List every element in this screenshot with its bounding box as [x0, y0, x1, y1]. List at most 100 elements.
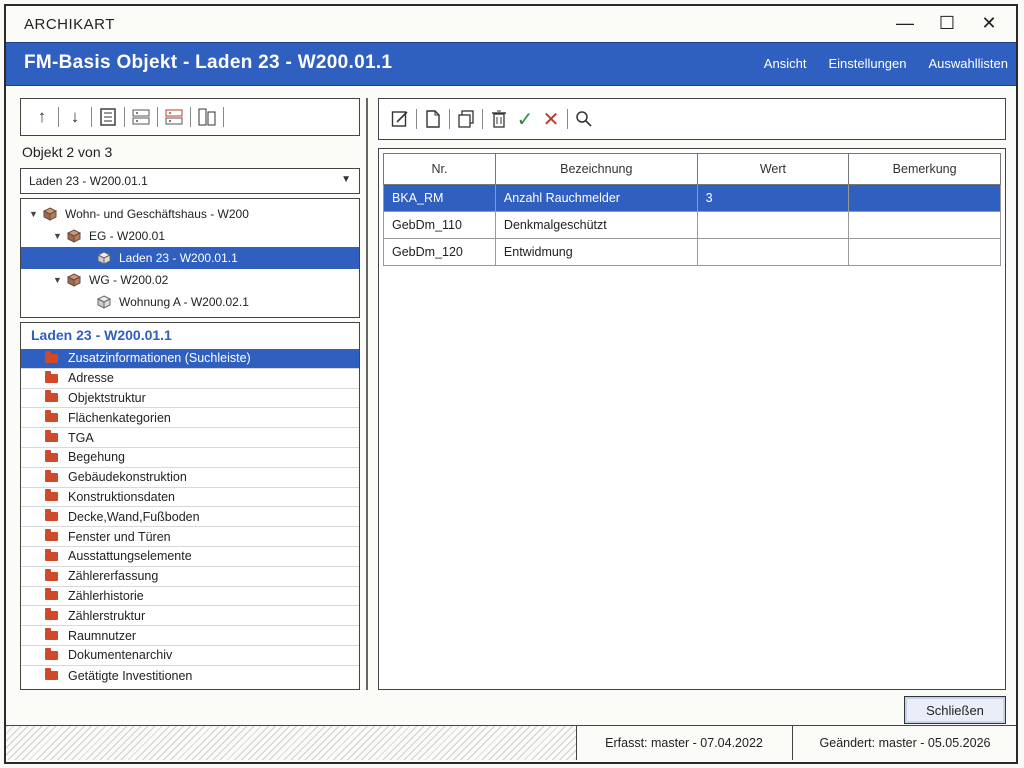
tree-item-selected[interactable]: Laden 23 - W200.01.1 — [21, 247, 359, 269]
tree-item[interactable]: ▼ EG - W200.01 — [21, 225, 359, 247]
section-item-label: Zählererfassung — [68, 569, 159, 584]
cell-bezeichnung[interactable]: Denkmalgeschützt — [494, 211, 698, 239]
section-item[interactable]: Zählerhistorie — [21, 587, 359, 607]
search-icon[interactable] — [571, 106, 597, 132]
copy-icon[interactable] — [453, 106, 479, 132]
menu-auswahllisten[interactable]: Auswahllisten — [929, 56, 1009, 71]
section-item-label: Begehung — [68, 450, 126, 465]
columns-icon[interactable] — [194, 104, 220, 130]
object-tree: ▼ Wohn- und Geschäftshaus - W200 ▼ EG - … — [20, 198, 360, 318]
tree-item[interactable]: ▼ WG - W200.02 — [21, 269, 359, 291]
section-item[interactable]: Zählererfassung — [21, 567, 359, 587]
page-title: FM-Basis Objekt - Laden 23 - W200.01.1 — [24, 52, 393, 73]
section-item-selected[interactable]: Zusatzinformationen (Suchleiste) — [21, 349, 359, 369]
folder-icon — [45, 628, 58, 641]
section-item[interactable]: Begehung — [21, 448, 359, 468]
header-bar: FM-Basis Objekt - Laden 23 - W200.01.1 A… — [6, 42, 1016, 86]
column-header-bezeichnung[interactable]: Bezeichnung — [494, 153, 698, 185]
delete-icon[interactable] — [486, 106, 512, 132]
table-row[interactable]: GebDm_120 Entwidmung — [383, 238, 1001, 266]
form-red-icon[interactable] — [161, 104, 187, 130]
cell-bemerkung[interactable] — [848, 184, 1001, 212]
column-header-wert[interactable]: Wert — [696, 153, 850, 185]
building-cube-icon — [43, 207, 57, 221]
object-select[interactable]: Laden 23 - W200.01.1 ▼ — [20, 168, 360, 194]
cell-bemerkung[interactable] — [848, 211, 1001, 239]
section-item[interactable]: Fenster und Türen — [21, 527, 359, 547]
folder-icon — [45, 469, 58, 482]
close-window-button[interactable]: ✕ — [968, 8, 1010, 38]
folder-icon — [45, 390, 58, 403]
form-icon[interactable] — [128, 104, 154, 130]
window-controls: — ☐ ✕ — [884, 8, 1010, 38]
data-table-panel: Nr. Bezeichnung Wert Bemerkung BKA_RM An… — [378, 148, 1006, 690]
table-row-selected[interactable]: BKA_RM Anzahl Rauchmelder 3 — [383, 184, 1001, 212]
section-item[interactable]: Ausstattungselemente — [21, 547, 359, 567]
list-icon[interactable] — [95, 104, 121, 130]
cancel-x-icon[interactable]: ✕ — [538, 106, 564, 132]
section-item-label: Adresse — [68, 371, 114, 386]
minimize-button[interactable]: — — [884, 8, 926, 38]
folder-icon — [45, 410, 58, 423]
section-item[interactable]: Decke,Wand,Fußboden — [21, 507, 359, 528]
cell-bezeichnung[interactable]: Anzahl Rauchmelder — [494, 184, 698, 212]
section-item[interactable]: Getätigte Investitionen — [21, 666, 359, 686]
cell-nr[interactable]: GebDm_120 — [383, 238, 496, 266]
section-item-label: TGA — [68, 430, 94, 445]
expand-triangle-icon[interactable]: ▼ — [29, 209, 43, 219]
app-window: ARCHIKART — ☐ ✕ FM-Basis Objekt - Laden … — [4, 4, 1018, 764]
maximize-button[interactable]: ☐ — [926, 8, 968, 38]
section-item[interactable]: Flächenkategorien — [21, 408, 359, 429]
arrow-up-icon[interactable]: ↑ — [29, 104, 55, 130]
folder-icon — [45, 529, 58, 542]
column-header-bemerkung[interactable]: Bemerkung — [848, 153, 1001, 185]
folder-icon — [45, 430, 58, 443]
header-menu: Ansicht Einstellungen Auswahllisten — [764, 56, 1008, 71]
arrow-down-icon[interactable]: ↓ — [62, 104, 88, 130]
folder-icon — [45, 588, 58, 601]
expand-triangle-icon[interactable]: ▼ — [53, 231, 67, 241]
floor-cube-icon — [67, 273, 81, 287]
cell-nr[interactable]: GebDm_110 — [383, 211, 496, 239]
room-cube-icon — [97, 251, 111, 265]
section-item[interactable]: Adresse — [21, 369, 359, 389]
expand-triangle-icon[interactable]: ▼ — [53, 275, 67, 285]
folder-icon — [45, 509, 58, 522]
tree-item[interactable]: Wohnung A - W200.02.1 — [21, 291, 359, 313]
section-item-label: Fenster und Türen — [68, 529, 171, 544]
menu-ansicht[interactable]: Ansicht — [764, 56, 807, 71]
cell-nr[interactable]: BKA_RM — [383, 184, 496, 212]
section-item-label: Konstruktionsdaten — [68, 489, 176, 504]
section-item[interactable]: Konstruktionsdaten — [21, 488, 359, 508]
confirm-check-icon[interactable]: ✓ — [512, 106, 538, 132]
cell-wert[interactable] — [696, 238, 850, 266]
cell-wert[interactable] — [696, 211, 850, 239]
section-item[interactable]: Objektstruktur — [21, 389, 359, 409]
table-row[interactable]: GebDm_110 Denkmalgeschützt — [383, 211, 1001, 239]
close-button[interactable]: Schließen — [904, 696, 1006, 724]
section-item-label: Objektstruktur — [68, 390, 146, 405]
folder-icon — [45, 548, 58, 561]
section-item[interactable]: Raumnutzer — [21, 626, 359, 646]
new-document-icon[interactable] — [420, 106, 446, 132]
edit-icon[interactable] — [387, 106, 413, 132]
section-item[interactable]: Gebäudekonstruktion — [21, 468, 359, 488]
section-heading: Laden 23 - W200.01.1 — [31, 327, 172, 343]
object-counter: Objekt 2 von 3 — [22, 144, 113, 160]
object-select-value: Laden 23 - W200.01.1 — [29, 174, 148, 188]
tree-item-label: Laden 23 - W200.01.1 — [119, 251, 238, 265]
section-item[interactable]: Dokumentenarchiv — [21, 646, 359, 666]
menu-einstellungen[interactable]: Einstellungen — [828, 56, 906, 71]
splitter[interactable] — [366, 98, 368, 690]
column-header-nr[interactable]: Nr. — [383, 153, 496, 185]
section-item-label: Gebäudekonstruktion — [68, 470, 187, 485]
tree-item[interactable]: ▼ Wohn- und Geschäftshaus - W200 — [21, 203, 359, 225]
folder-icon — [45, 370, 58, 383]
section-item[interactable]: Zählerstruktur — [21, 606, 359, 627]
section-item[interactable]: TGA — [21, 428, 359, 448]
cell-wert[interactable]: 3 — [696, 184, 850, 212]
cell-bezeichnung[interactable]: Entwidmung — [494, 238, 698, 266]
tree-item-label: Wohn- und Geschäftshaus - W200 — [65, 207, 249, 221]
app-title: ARCHIKART — [24, 15, 115, 33]
cell-bemerkung[interactable] — [848, 238, 1001, 266]
